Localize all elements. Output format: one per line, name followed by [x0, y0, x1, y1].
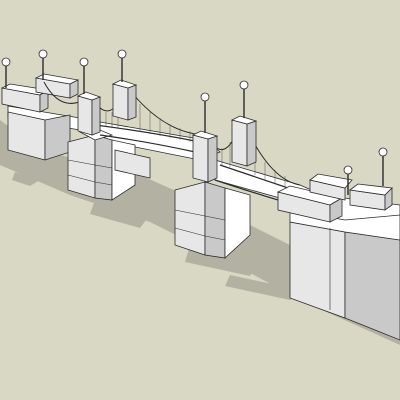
bridge-render — [0, 0, 400, 400]
tower-4 — [230, 115, 258, 167]
tower-1 — [76, 91, 102, 136]
bridge-scene — [0, 0, 400, 400]
tower-2 — [111, 79, 138, 121]
tower-3 — [191, 130, 219, 183]
